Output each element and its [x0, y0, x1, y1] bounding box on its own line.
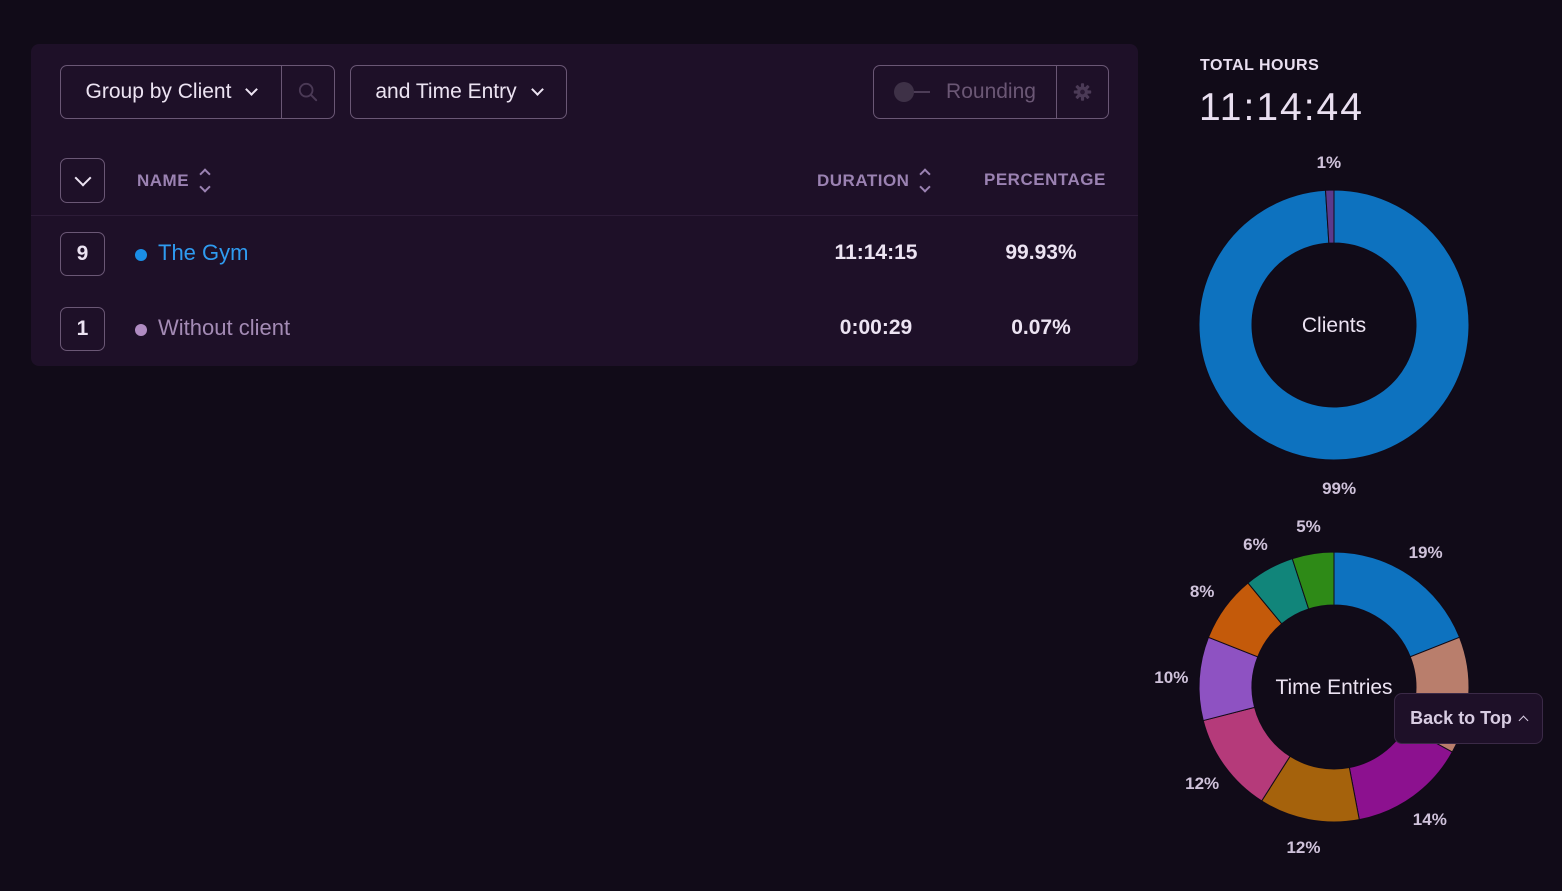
back-to-top-button[interactable]: Back to Top: [1394, 693, 1543, 744]
slice-percent-label: 12%: [1286, 838, 1320, 857]
percentage-value: 0.07%: [1011, 316, 1071, 339]
toggle-switch[interactable]: [894, 82, 932, 102]
subgroup-control: and Time Entry: [350, 65, 567, 119]
slice-percent-label: 8%: [1190, 582, 1215, 601]
percentage-value: 99.93%: [1005, 241, 1077, 264]
client-color-dot: [135, 324, 147, 336]
client-color-dot: [135, 249, 147, 261]
chevron-down-icon: [530, 83, 544, 96]
client-name[interactable]: Without client: [158, 315, 290, 341]
slice-percent-label: 19%: [1409, 543, 1443, 562]
entry-count-badge[interactable]: 1: [60, 307, 105, 351]
duration-value: 11:14:15: [834, 241, 918, 264]
time-entries-donut-chart: 19% 14% 12% 12% 10% 8% 6% 5% Time Entries: [1130, 507, 1550, 867]
gear-icon: [1073, 83, 1092, 101]
subgroup-select[interactable]: and Time Entry: [351, 66, 566, 118]
donut-slice[interactable]: [1333, 551, 1461, 658]
group-by-control: Group by Client: [60, 65, 335, 119]
total-hours-value: 11:14:44: [1199, 86, 1364, 129]
expand-all-button[interactable]: [60, 158, 105, 203]
slice-percent-label: 99%: [1322, 479, 1356, 498]
search-button[interactable]: [281, 66, 334, 118]
time-entries-chart-svg: 19% 14% 12% 12% 10% 8% 6% 5% Time Entries: [1154, 517, 1470, 857]
rounding-label: Rounding: [946, 80, 1036, 103]
slice-percent-label: 14%: [1413, 810, 1447, 829]
rounding-control: Rounding: [873, 65, 1109, 119]
subgroup-label: and Time Entry: [375, 80, 517, 103]
percentage-column-header: PERCENTAGE: [984, 170, 1106, 189]
chevron-down-icon: [245, 83, 259, 96]
group-by-label: Group by Client: [85, 80, 232, 103]
search-icon: [298, 82, 318, 102]
table-row[interactable]: 9 The Gym 11:14:15 99.93%: [31, 224, 1138, 284]
sort-icon: [199, 168, 211, 193]
rounding-toggle[interactable]: Rounding: [874, 66, 1056, 118]
group-by-select[interactable]: Group by Client: [61, 66, 281, 118]
name-column-header[interactable]: NAME: [137, 168, 211, 193]
chart-center-title: Time Entries: [1275, 676, 1392, 699]
rounding-settings-button[interactable]: [1056, 66, 1108, 118]
duration-column-header[interactable]: DURATION: [817, 168, 932, 193]
entry-count-badge[interactable]: 9: [60, 232, 105, 276]
slice-percent-label: 6%: [1243, 535, 1268, 554]
table-row[interactable]: 1 Without client 0:00:29 0.07%: [31, 299, 1138, 359]
table-header: NAME DURATION PERCENTAGE: [31, 156, 1138, 216]
clients-donut-chart: 99% 1% Clients: [1130, 145, 1550, 505]
back-to-top-label: Back to Top: [1410, 708, 1512, 728]
sort-icon: [919, 168, 932, 193]
report-table-panel: Group by Client and Time Entry Rounding: [31, 44, 1138, 366]
chevron-up-icon: [1518, 715, 1529, 726]
slice-percent-label: 12%: [1185, 774, 1219, 793]
total-hours-label: TOTAL HOURS: [1200, 57, 1320, 74]
clients-chart-svg: 99% 1% Clients: [1198, 153, 1470, 498]
duration-value: 0:00:29: [839, 316, 913, 339]
slice-percent-label: 10%: [1154, 668, 1188, 687]
chart-center-title: Clients: [1302, 314, 1366, 337]
chevron-down-icon: [74, 169, 91, 186]
slice-percent-label: 1%: [1317, 153, 1342, 172]
client-name[interactable]: The Gym: [158, 240, 248, 266]
slice-percent-label: 5%: [1296, 517, 1321, 536]
